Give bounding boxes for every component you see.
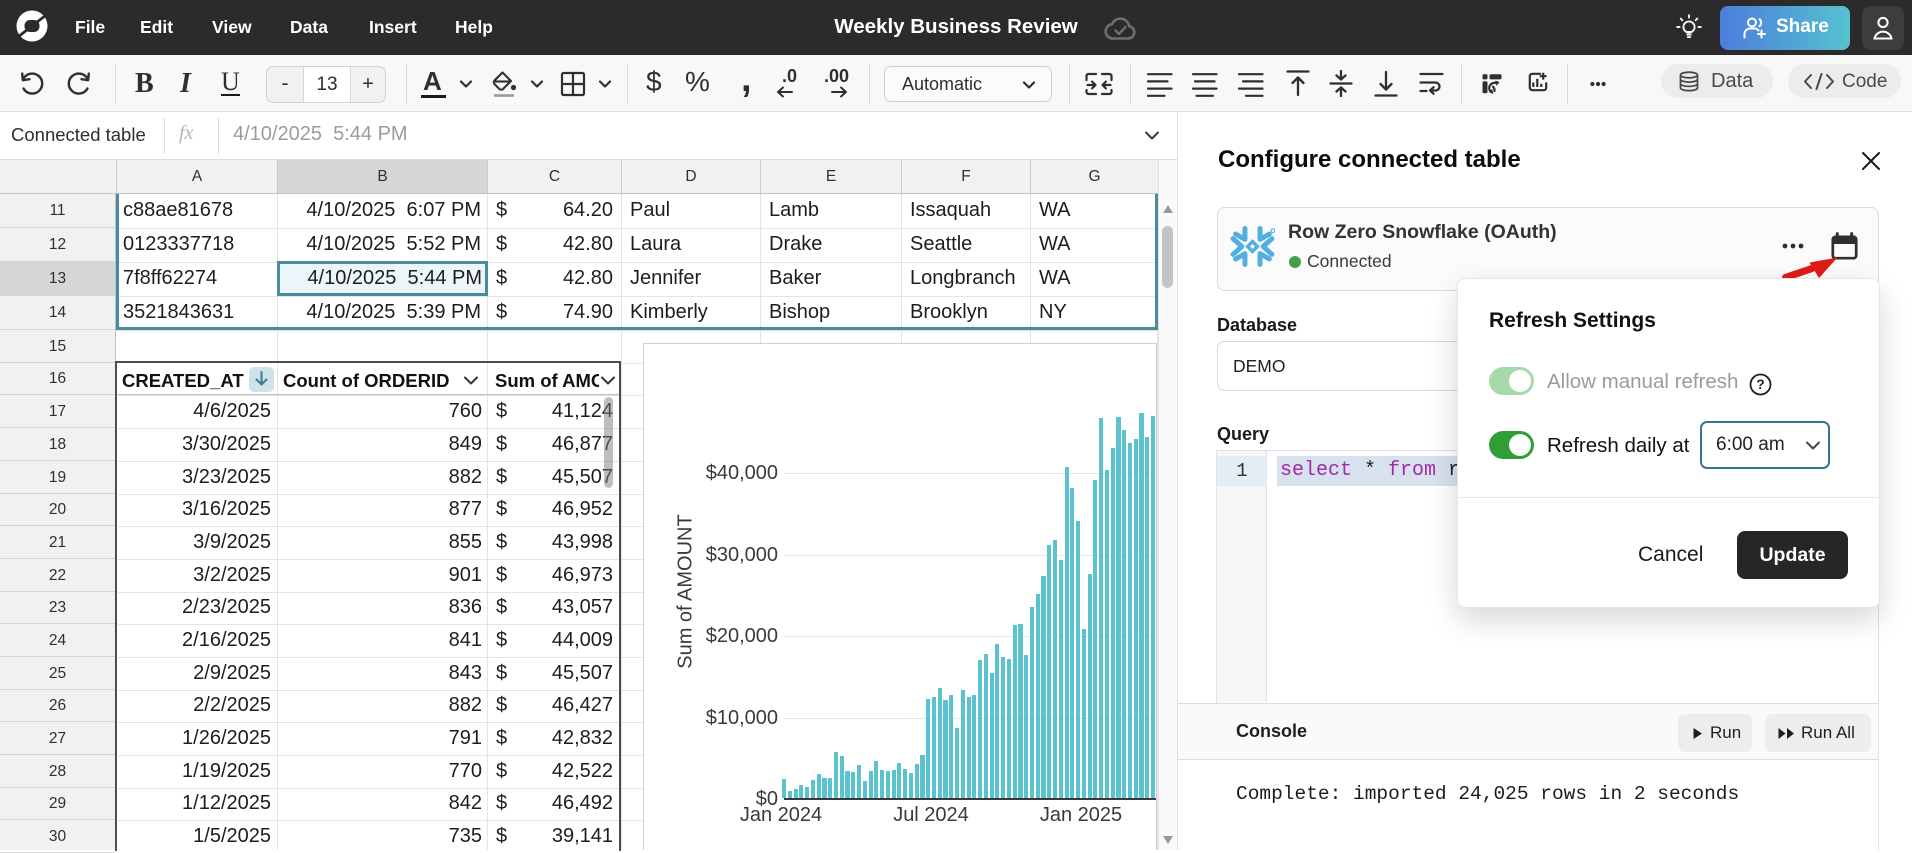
svg-text:?: ? [1756,377,1764,392]
